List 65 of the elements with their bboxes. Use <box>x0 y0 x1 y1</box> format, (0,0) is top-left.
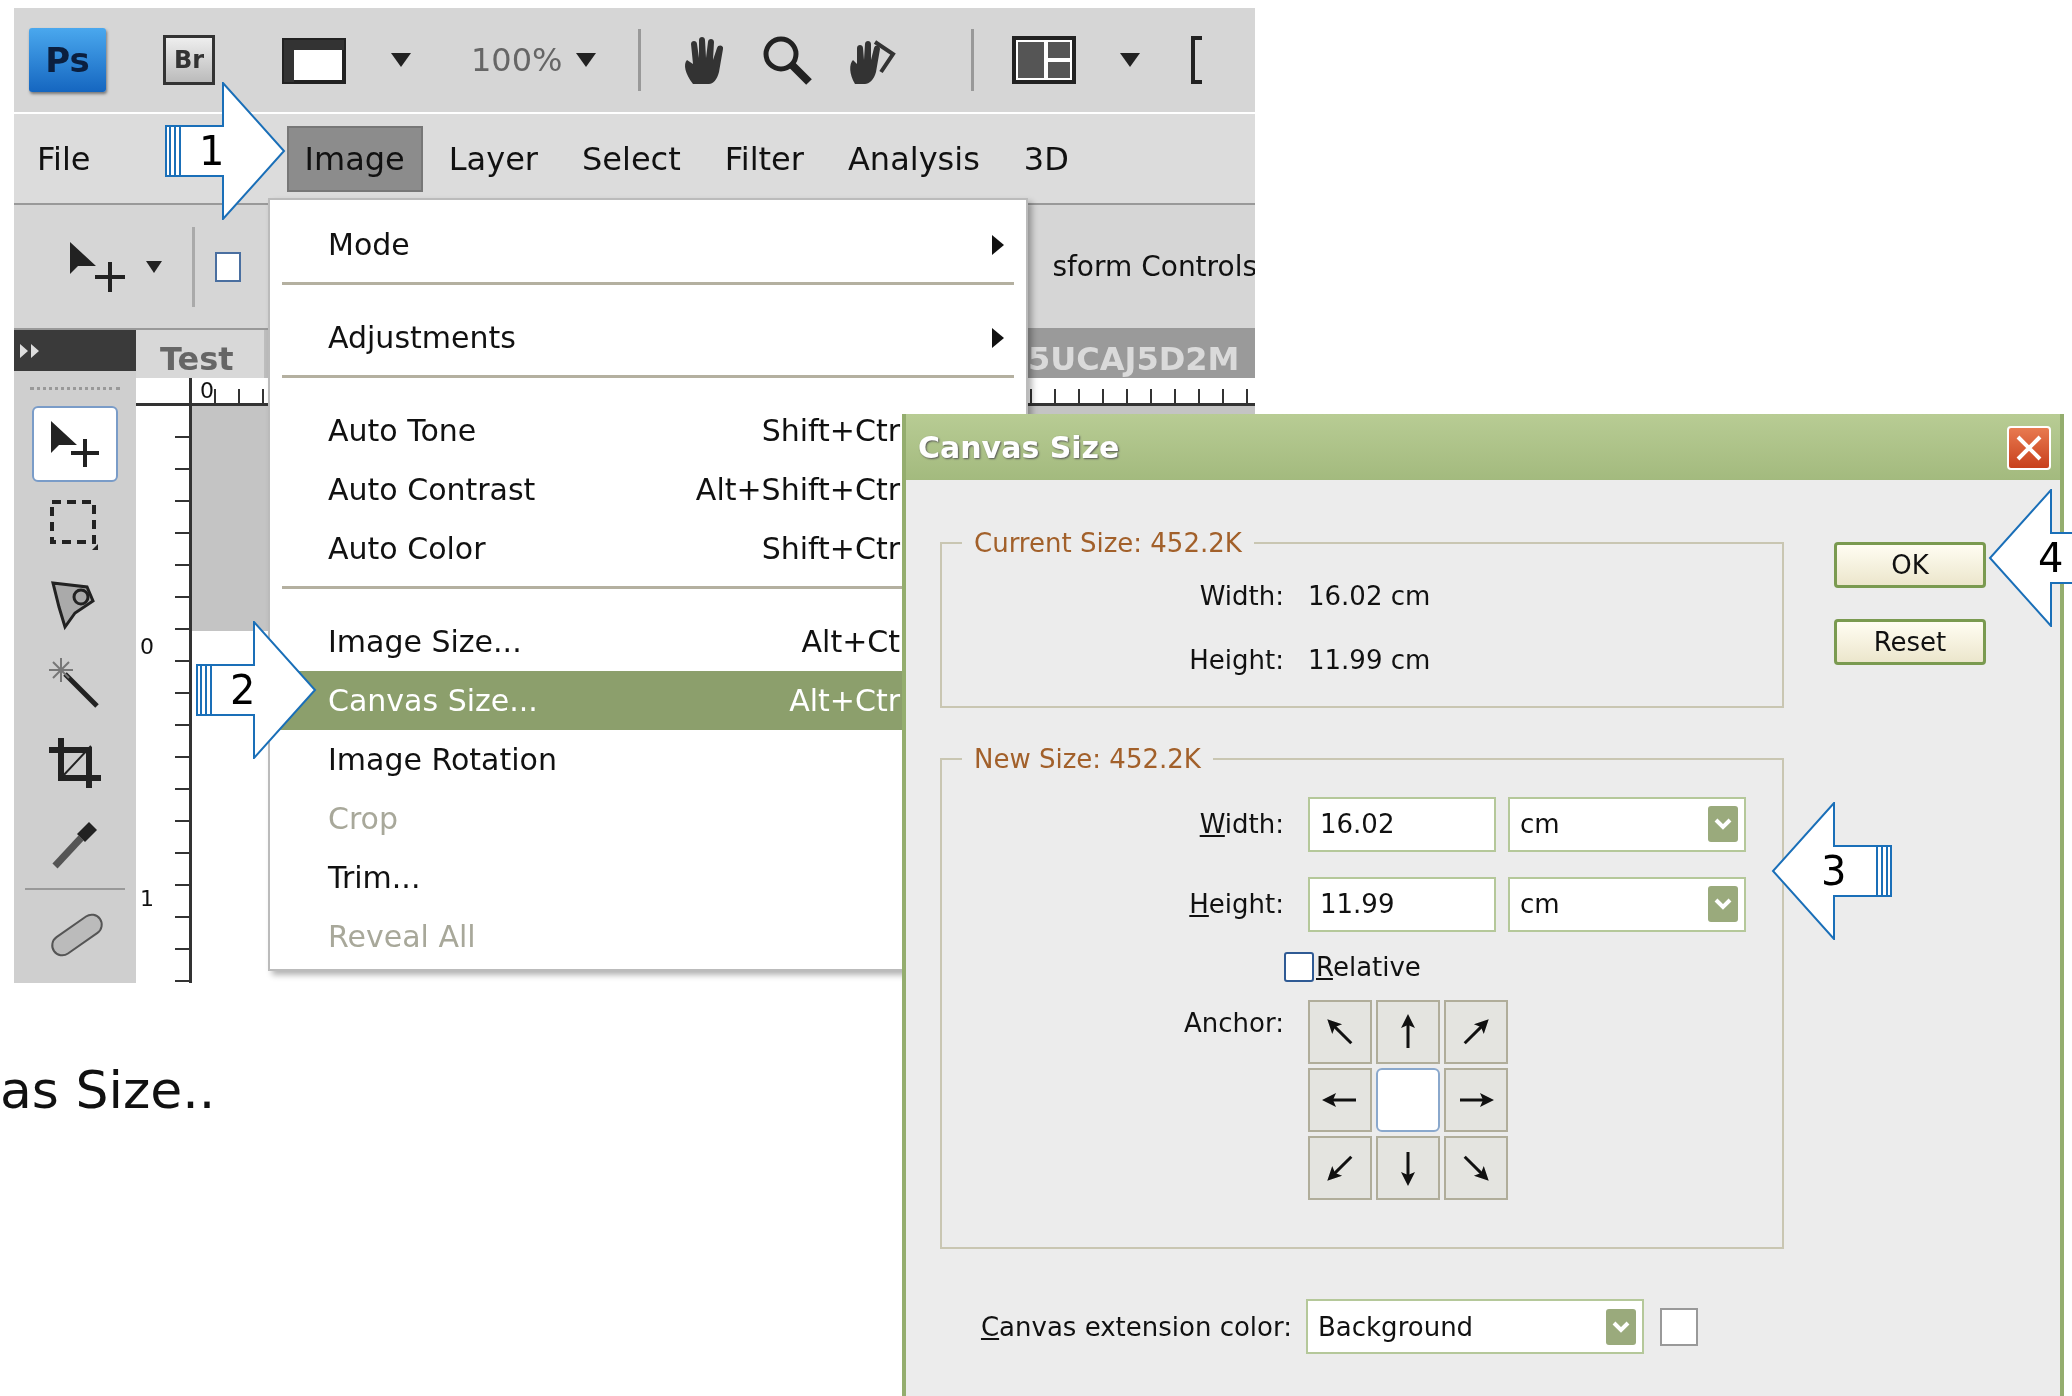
menu-item[interactable]: Adjustments <box>270 308 1026 367</box>
step-number: 4 <box>2038 535 2064 581</box>
close-icon <box>2014 433 2044 463</box>
options-label: sform Controls <box>1052 250 1255 283</box>
menu-bar-item[interactable]: Filter <box>706 125 822 192</box>
color-swatch[interactable] <box>1660 1307 1698 1346</box>
tool-button[interactable] <box>32 406 118 482</box>
anchor-cell[interactable] <box>1308 1068 1372 1132</box>
submenu-arrow-icon <box>992 327 1004 348</box>
submenu-arrow-icon <box>992 234 1004 255</box>
field-label: Width: <box>1198 809 1285 839</box>
dialog-button[interactable]: OK <box>1834 542 1986 588</box>
menu-bar-item[interactable]: Layer <box>430 125 556 192</box>
step-number: 2 <box>230 667 256 713</box>
zoom-level[interactable]: 100% <box>471 41 563 79</box>
checkbox-label[interactable]: Relative <box>1316 952 1421 982</box>
unit-dropdown[interactable]: cm <box>1508 876 1746 932</box>
menu-bar-item[interactable]: Select <box>564 125 699 192</box>
unit-dropdown[interactable]: cm <box>1508 796 1746 852</box>
anchor-cell[interactable] <box>1308 1000 1372 1064</box>
field-label: Anchor: <box>1183 1007 1285 1038</box>
size-value: 11.99 cm <box>1308 645 1431 675</box>
field-label: Height: <box>1188 645 1285 675</box>
ruler-number: 0 <box>139 634 155 661</box>
step-number: 1 <box>199 128 225 174</box>
anchor-cell[interactable] <box>1376 1068 1440 1132</box>
caret-icon[interactable] <box>1120 53 1141 67</box>
checkbox[interactable] <box>1284 952 1314 982</box>
document-tab[interactable]: Test <box>136 330 264 378</box>
bracket-icon[interactable] <box>1190 36 1205 84</box>
anchor-cell[interactable] <box>1444 1136 1508 1200</box>
dialog-button[interactable]: Reset <box>1834 619 1986 665</box>
app-logo-button[interactable]: Ps <box>29 28 106 92</box>
caption-text: as Size.. <box>0 1060 216 1120</box>
anchor-cell[interactable] <box>1444 1068 1508 1132</box>
anchor-cell[interactable] <box>1308 1136 1372 1200</box>
field-label: Height: <box>1188 889 1285 919</box>
anchor-cell[interactable] <box>1376 1136 1440 1200</box>
menu-bar-item[interactable]: Analysis <box>829 125 998 192</box>
caret-icon[interactable] <box>576 53 597 67</box>
anchor-cell[interactable] <box>1444 1000 1508 1064</box>
caret-icon[interactable] <box>146 260 162 273</box>
menu-bar-item[interactable]: 3D <box>1005 125 1087 192</box>
input-field[interactable]: 16.02 <box>1308 796 1496 852</box>
caret-icon[interactable] <box>391 53 411 67</box>
close-button[interactable] <box>2007 426 2051 470</box>
menu-bar-item[interactable]: Image <box>286 125 423 192</box>
color-dropdown[interactable]: Background <box>1306 1299 1644 1354</box>
size-value: 16.02 cm <box>1308 581 1431 611</box>
field-label: Width: <box>1198 581 1285 611</box>
group-title: New Size: 452.2K <box>973 744 1202 774</box>
field-label: Canvas extension color: <box>979 1311 1293 1342</box>
anchor-cell[interactable] <box>1376 1000 1440 1064</box>
ruler-number: 0 <box>200 378 214 403</box>
step-number: 3 <box>1821 848 1847 894</box>
ruler-number: 1 <box>139 886 155 913</box>
bridge-button[interactable]: Br <box>163 35 215 85</box>
checkbox[interactable] <box>215 251 241 282</box>
dialog-title: Canvas Size <box>918 429 1120 465</box>
group-title: Current Size: 452.2K <box>973 528 1243 558</box>
menu-item[interactable]: Mode <box>270 215 1026 274</box>
menu-bar-item[interactable]: File <box>19 125 109 192</box>
input-field[interactable]: 11.99 <box>1308 876 1496 932</box>
layout-icon[interactable] <box>1012 36 1077 84</box>
search-icon[interactable] <box>761 34 814 86</box>
